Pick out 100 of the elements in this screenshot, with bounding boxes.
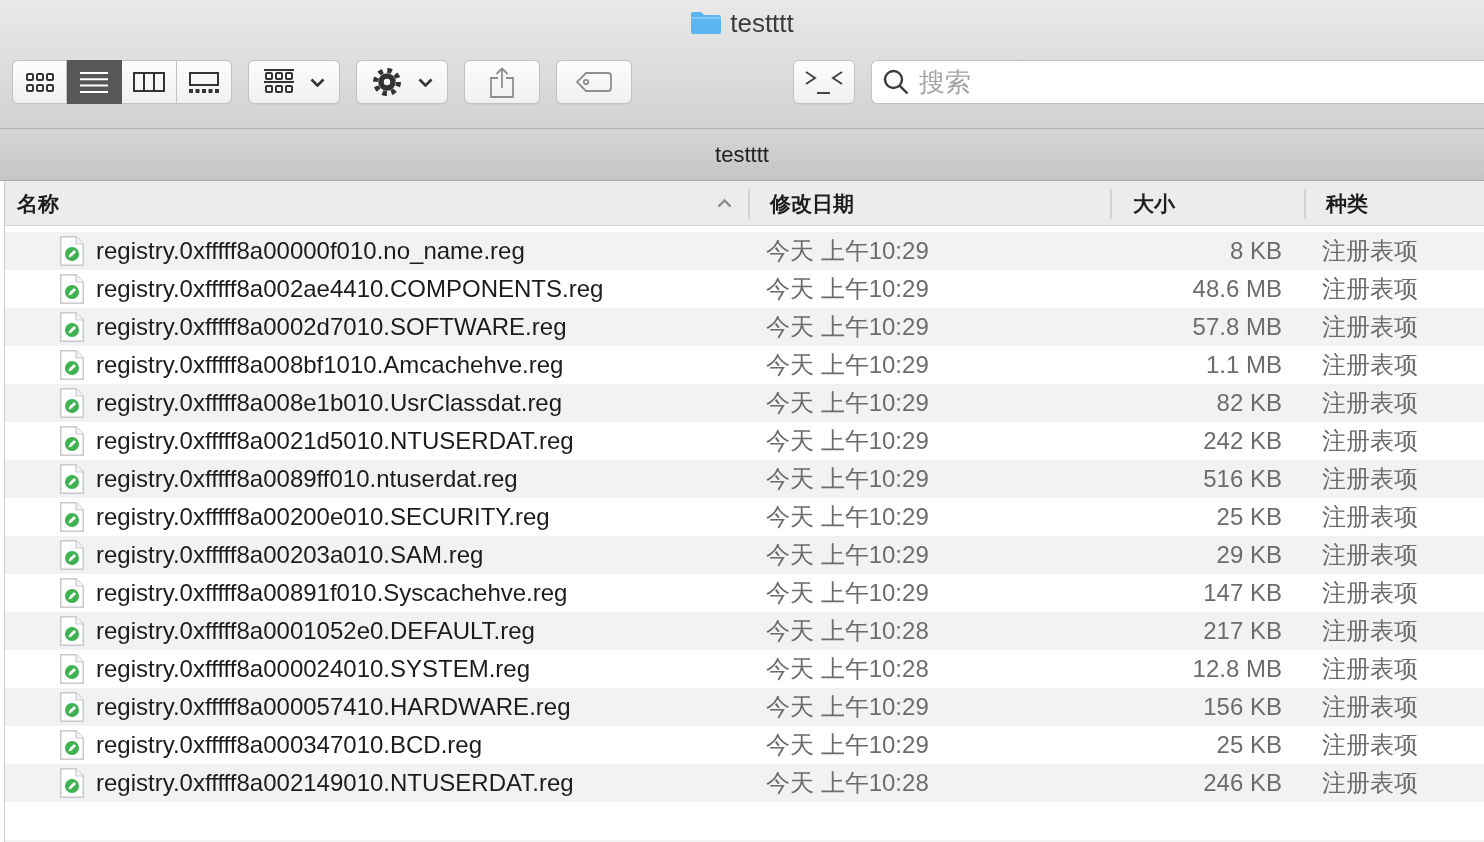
file-name[interactable]: registry.0xfffff8a00000f010.no_name.reg: [96, 239, 525, 263]
action-button[interactable]: [356, 60, 448, 104]
file-name[interactable]: registry.0xfffff8a0089ff010.ntuserdat.reg: [96, 467, 518, 491]
file-kind: 注册表项: [1321, 657, 1418, 681]
window-title: testttt: [730, 10, 794, 36]
file-name[interactable]: registry.0xfffff8a00200e010.SECURITY.reg: [96, 505, 550, 529]
modified-date: 今天 上午10:29: [765, 239, 929, 263]
document-icon: [60, 616, 84, 646]
file-name[interactable]: registry.0xfffff8a000347010.BCD.reg: [96, 733, 483, 757]
tag-button[interactable]: [556, 60, 632, 104]
document-icon: [60, 350, 84, 380]
file-size: 25 KB: [1216, 733, 1282, 757]
modified-date: 今天 上午10:29: [765, 277, 929, 301]
search-field[interactable]: 搜索: [871, 60, 1484, 104]
file-size: 156 KB: [1203, 695, 1282, 719]
file-kind: 注册表项: [1321, 353, 1418, 377]
file-size: 25 KB: [1216, 505, 1282, 529]
modified-date: 今天 上午10:29: [765, 733, 929, 757]
file-size: 48.6 MB: [1192, 277, 1282, 301]
file-size: 57.8 MB: [1192, 315, 1282, 339]
modified-date: 今天 上午10:28: [765, 619, 929, 643]
file-kind: 注册表项: [1321, 467, 1418, 491]
column-header[interactable]: 种类: [1304, 181, 1484, 225]
tag-icon: [576, 72, 612, 92]
folder-icon: [690, 11, 723, 35]
file-name[interactable]: registry.0xfffff8a00891f010.Syscachehve.reg: [96, 581, 568, 605]
file-kind: 注册表项: [1321, 315, 1418, 339]
document-icon: [60, 730, 84, 760]
view-mode-button[interactable]: [12, 60, 67, 104]
file-name[interactable]: registry.0xfffff8a002ae4410.COMPONENTS.reg: [96, 277, 604, 301]
modified-date: 今天 上午10:29: [765, 505, 929, 529]
document-icon: [60, 654, 84, 684]
view-mode-button[interactable]: [177, 60, 232, 104]
prompt-icon: [804, 69, 844, 95]
file-kind: 注册表项: [1321, 429, 1418, 453]
gear-icon: [371, 67, 402, 97]
caret-icon: [417, 77, 433, 87]
file-size: 29 KB: [1216, 543, 1282, 567]
file-name[interactable]: registry.0xfffff8a000057410.HARDWARE.reg: [96, 695, 571, 719]
terminal-button[interactable]: [793, 60, 855, 104]
modified-date: 今天 上午10:29: [765, 467, 929, 491]
modified-date: 今天 上午10:28: [765, 771, 929, 795]
share-button[interactable]: [464, 60, 540, 104]
document-icon: [60, 312, 84, 342]
modified-date: 今天 上午10:28: [765, 657, 929, 681]
file-name[interactable]: registry.0xfffff8a002149010.NTUSERDAT.reg: [96, 771, 574, 795]
file-kind: 注册表项: [1321, 695, 1418, 719]
column-header[interactable]: 修改日期: [748, 181, 1110, 225]
modified-date: 今天 上午10:29: [765, 353, 929, 377]
grouped-grid-icon: [263, 69, 294, 95]
file-size: 8 KB: [1229, 239, 1282, 263]
modified-date: 今天 上午10:29: [765, 315, 929, 339]
file-size: 516 KB: [1203, 467, 1282, 491]
document-icon: [60, 692, 84, 722]
file-kind: 注册表项: [1321, 505, 1418, 529]
file-name[interactable]: registry.0xfffff8a0001052e0.DEFAULT.reg: [96, 619, 535, 643]
file-kind: 注册表项: [1321, 581, 1418, 605]
file-kind: 注册表项: [1321, 543, 1418, 567]
file-size: 242 KB: [1203, 429, 1282, 453]
document-icon: [60, 274, 84, 304]
document-icon: [60, 578, 84, 608]
gallery-icon: [189, 71, 219, 93]
document-icon: [60, 236, 84, 266]
modified-date: 今天 上午10:29: [765, 695, 929, 719]
column-header[interactable]: 大小: [1110, 181, 1304, 225]
document-icon: [60, 768, 84, 798]
view-mode-button[interactable]: [122, 60, 177, 104]
document-icon: [60, 388, 84, 418]
file-name[interactable]: registry.0xfffff8a0021d5010.NTUSERDAT.reg: [96, 429, 574, 453]
columns-icon: [133, 72, 165, 92]
view-mode-button[interactable]: [67, 60, 122, 104]
share-icon: [490, 66, 514, 98]
file-kind: 注册表项: [1321, 277, 1418, 301]
modified-date: 今天 上午10:29: [765, 581, 929, 605]
search-icon: [883, 69, 909, 95]
file-size: 82 KB: [1216, 391, 1282, 415]
file-name[interactable]: registry.0xfffff8a000024010.SYSTEM.reg: [96, 657, 531, 681]
document-icon: [60, 426, 84, 456]
column-header[interactable]: 名称: [5, 181, 748, 225]
file-size: 1.1 MB: [1205, 353, 1282, 377]
modified-date: 今天 上午10:29: [765, 543, 929, 567]
file-name[interactable]: registry.0xfffff8a00203a010.SAM.reg: [96, 543, 484, 567]
file-kind: 注册表项: [1321, 771, 1418, 795]
file-size: 217 KB: [1203, 619, 1282, 643]
file-size: 12.8 MB: [1192, 657, 1282, 681]
file-name[interactable]: registry.0xfffff8a0002d7010.SOFTWARE.reg: [96, 315, 567, 339]
file-kind: 注册表项: [1321, 733, 1418, 757]
file-kind: 注册表项: [1321, 391, 1418, 415]
file-size: 246 KB: [1203, 771, 1282, 795]
sort-caret-icon: [717, 198, 732, 208]
modified-date: 今天 上午10:29: [765, 391, 929, 415]
modified-date: 今天 上午10:29: [765, 429, 929, 453]
file-name[interactable]: registry.0xfffff8a008e1b010.UsrClassdat.reg: [96, 391, 563, 415]
file-kind: 注册表项: [1321, 619, 1418, 643]
document-icon: [60, 540, 84, 570]
caret-icon: [309, 77, 325, 87]
path-title: testttt: [715, 143, 769, 166]
grid-icon: [25, 72, 54, 92]
file-name[interactable]: registry.0xfffff8a008bf1010.Amcachehve.reg: [96, 353, 564, 377]
group-button[interactable]: [248, 60, 340, 104]
